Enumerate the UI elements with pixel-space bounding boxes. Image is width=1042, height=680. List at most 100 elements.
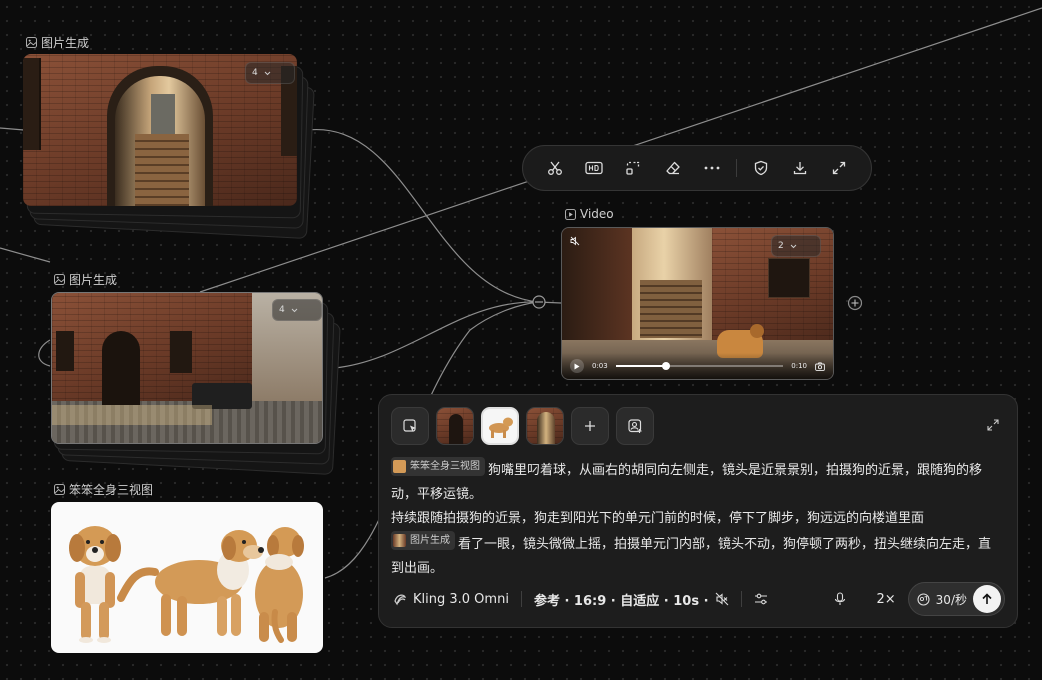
video-input-port	[532, 295, 546, 309]
crop-icon	[626, 161, 640, 175]
image-gen-1-label: 图片生成	[26, 34, 89, 51]
node-canvas[interactable]: 图片生成 4 图片生成 4 笨笨全身三视图 Video 2 0:03 0:10 …	[0, 0, 1042, 680]
play-button[interactable]	[570, 359, 584, 373]
download-icon	[793, 162, 807, 175]
reference-thumb-doorway[interactable]	[526, 407, 564, 445]
video-progress-fill	[615, 365, 666, 367]
edge-left-stub	[38, 339, 51, 367]
edge-left-line-2	[0, 127, 25, 131]
more-button[interactable]	[693, 147, 732, 189]
chevron-down-icon	[291, 308, 298, 312]
reference-thumb-puppy[interactable]	[481, 407, 519, 445]
output-multiplier[interactable]: 2×	[877, 592, 896, 607]
play-icon	[574, 363, 580, 369]
kling-logo-icon	[394, 594, 406, 606]
image-gen-2-count: 4	[279, 305, 285, 315]
scissors-button[interactable]	[535, 147, 574, 189]
edge-image2-video	[334, 301, 539, 369]
video-output-port	[847, 295, 863, 311]
more-icon	[704, 166, 720, 170]
image-gen-1-count-select[interactable]: 4	[245, 62, 295, 84]
shield-icon	[754, 160, 767, 176]
reference-label: 笨笨全身三视图	[54, 481, 153, 498]
video-progress-slider[interactable]	[615, 362, 784, 370]
video-controls: 0:03 0:10	[562, 353, 833, 379]
video-progress-knob[interactable]	[661, 362, 670, 370]
image-gen-2-title: 图片生成	[69, 273, 118, 287]
audio-off-icon	[715, 592, 728, 606]
reference-row	[391, 407, 654, 445]
credit-cost: 30/秒	[935, 592, 967, 607]
panel-footer: Kling 3.0 Omni 参考 · 16:9 · 自适应 · 10s · 2…	[393, 582, 1005, 616]
hd-icon	[585, 161, 603, 175]
prompt-reference-chip-label: 笨笨全身三视图	[410, 460, 480, 472]
crop-button[interactable]	[614, 147, 653, 189]
prompt-reference-chip[interactable]: 笨笨全身三视图	[391, 457, 485, 476]
edge-left-line	[0, 247, 51, 263]
video-toolbar	[522, 145, 872, 191]
scissors-icon	[547, 161, 562, 175]
prompt-text[interactable]: 笨笨全身三视图 狗嘴里叼着球，从画右的胡同向左侧走，镜头是近景景别，拍摄狗的近景，…	[391, 457, 991, 581]
sliders-icon[interactable]	[754, 592, 768, 606]
video-icon	[565, 208, 576, 220]
video-count: 2	[778, 241, 784, 251]
model-name: Kling 3.0 Omni	[413, 591, 509, 607]
generate-group: 30/秒	[907, 582, 1005, 616]
microphone-icon[interactable]	[834, 592, 846, 606]
expand-panel-icon[interactable]	[987, 419, 999, 431]
toolbar-divider	[735, 159, 737, 177]
footer-divider	[520, 591, 522, 607]
footer-divider	[740, 591, 742, 607]
image-gen-2-node[interactable]: 4	[51, 292, 345, 476]
footer-spacer	[858, 591, 859, 607]
prompt-text-line-2: 持续跟随拍摄狗的近景，狗走到阳光下的单元门前的时候，停下了脚步，狗远远的向楼道里…	[391, 511, 925, 526]
image-gen-1-node[interactable]: 4	[23, 54, 319, 240]
edge-video-tick	[537, 301, 562, 304]
video-time-total: 0:10	[791, 362, 807, 370]
cursor-select-icon	[403, 419, 416, 432]
reference-title: 笨笨全身三视图	[69, 483, 154, 497]
credits-icon	[917, 592, 930, 606]
camera-icon[interactable]	[815, 361, 825, 371]
image-gen-2-label: 图片生成	[54, 271, 117, 288]
eraser-icon	[666, 161, 680, 175]
video-time-current: 0:03	[592, 362, 608, 370]
plus-icon	[585, 421, 595, 431]
image-icon	[54, 274, 65, 285]
generate-button[interactable]	[973, 585, 1001, 613]
add-person-icon	[628, 419, 642, 433]
video-node-label: Video	[565, 207, 614, 221]
video-count-select[interactable]: 2	[771, 235, 821, 257]
generation-settings[interactable]: 参考 · 16:9 · 自适应 · 10s ·	[534, 590, 729, 609]
image-icon	[54, 484, 65, 495]
mute-icon[interactable]	[570, 236, 580, 246]
prompt-image-chip-label: 图片生成	[410, 534, 450, 546]
video-node[interactable]: 2 0:03 0:10	[561, 227, 834, 380]
expand-button[interactable]	[820, 147, 859, 189]
puppy-thumb-image	[489, 417, 513, 438]
image-gen-2-count-select[interactable]: 4	[272, 299, 322, 321]
expand-icon	[833, 161, 846, 175]
download-button[interactable]	[780, 147, 819, 189]
video-node-title: Video	[580, 207, 614, 221]
model-selector[interactable]: Kling 3.0 Omni	[393, 592, 509, 607]
image-gen-1-count: 4	[252, 68, 258, 78]
prompt-text-line-3: 看了一眼，镜头微微上摇，拍摄单元门内部，镜头不动，狗停顿了两秒，扭头继续向左走，…	[391, 537, 992, 576]
chevron-down-icon	[264, 71, 271, 75]
shield-button[interactable]	[741, 147, 780, 189]
chevron-down-icon	[790, 244, 797, 248]
hd-button[interactable]	[574, 147, 613, 189]
eraser-button[interactable]	[653, 147, 692, 189]
prompt-panel: 笨笨全身三视图 狗嘴里叼着球，从画右的胡同向左侧走，镜头是近景景别，拍摄狗的近景，…	[378, 394, 1018, 628]
edge-image1-video	[307, 129, 539, 303]
image-icon	[26, 37, 37, 48]
generation-settings-text: 参考 · 16:9 · 自适应 · 10s ·	[533, 593, 709, 609]
add-reference-button[interactable]	[571, 407, 609, 445]
image-gen-1-title: 图片生成	[41, 36, 90, 50]
prompt-image-chip[interactable]: 图片生成	[391, 531, 455, 550]
reference-thumb-alley[interactable]	[436, 407, 474, 445]
puppy-three-view-image	[69, 526, 304, 643]
select-node-button[interactable]	[391, 407, 429, 445]
reference-node[interactable]	[51, 502, 323, 653]
add-subject-button[interactable]	[616, 407, 654, 445]
